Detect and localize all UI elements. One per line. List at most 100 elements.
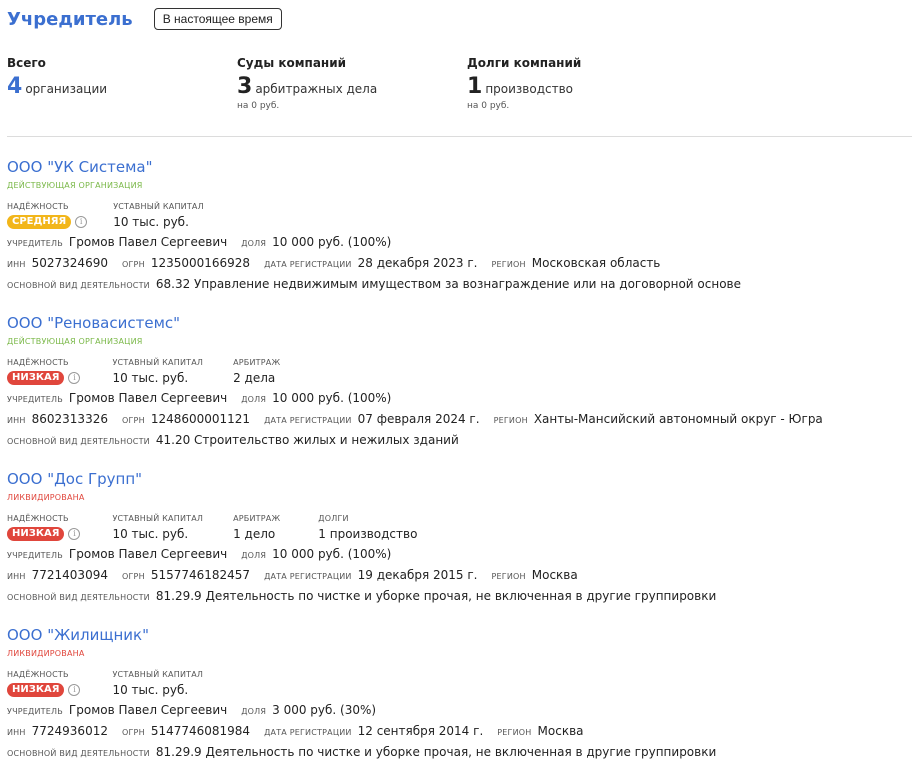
activity-label: ОСНОВНОЙ ВИД ДЕЯТЕЛЬНОСТИ: [7, 281, 150, 290]
period-button[interactable]: В настоящее время: [153, 8, 282, 30]
header: Учредитель В настоящее время: [7, 8, 282, 30]
reg-date-label: ДАТА РЕГИСТРАЦИИ: [264, 728, 352, 737]
reg-date-value: 28 декабря 2023 г.: [357, 256, 478, 270]
inn-label: ИНН: [7, 260, 26, 269]
founder-label: УЧРЕДИТЕЛЬ: [7, 707, 63, 716]
metric-label: АРБИТРАЖ: [233, 514, 281, 523]
activity-line: ОСНОВНОЙ ВИД ДЕЯТЕЛЬНОСТИ 81.29.9 Деятел…: [7, 589, 912, 605]
metric-label: НАДЁЖНОСТЬ: [7, 514, 69, 523]
metric-value: 10 тыс. руб.: [112, 371, 189, 385]
info-icon[interactable]: i: [68, 684, 81, 696]
founder-value: Громов Павел Сергеевич: [68, 391, 228, 405]
reliability-badge: НИЗКАЯ: [7, 683, 65, 697]
founder-line: УЧРЕДИТЕЛЬ Громов Павел Сергеевич ДОЛЯ 1…: [7, 391, 912, 407]
stat-number: 3: [237, 74, 253, 99]
inn-label: ИНН: [7, 572, 26, 581]
org-name-link[interactable]: ООО "Жилищник": [7, 626, 912, 644]
org-name-link[interactable]: ООО "УК Система": [7, 158, 912, 176]
metric-label: УСТАВНЫЙ КАПИТАЛ: [112, 670, 204, 679]
ogrn-value: 1248600001121: [150, 412, 251, 426]
metric-value[interactable]: 2 дела: [233, 371, 280, 386]
inn-value: 8602313326: [31, 412, 108, 426]
ogrn-label: ОГРН: [121, 572, 145, 581]
stat-number: 1: [467, 74, 483, 99]
share-value: 10 000 руб. (100%): [272, 547, 392, 561]
reg-date-value: 12 сентября 2014 г.: [357, 724, 484, 738]
region-value: Московская область: [531, 256, 661, 270]
region-label: РЕГИОН: [493, 416, 528, 425]
metric-debts: ДОЛГИ 1 производство: [318, 514, 417, 542]
founder-line: УЧРЕДИТЕЛЬ Громов Павел Сергеевич ДОЛЯ 3…: [7, 703, 912, 719]
metric-value[interactable]: 1 производство: [318, 527, 417, 542]
activity-line: ОСНОВНОЙ ВИД ДЕЯТЕЛЬНОСТИ 68.32 Управлен…: [7, 277, 912, 293]
metric-capital: УСТАВНЫЙ КАПИТАЛ 10 тыс. руб.: [112, 358, 203, 386]
activity-label: ОСНОВНОЙ ВИД ДЕЯТЕЛЬНОСТИ: [7, 749, 150, 758]
metric-label: НАДЁЖНОСТЬ: [7, 670, 69, 679]
activity-value: 68.32 Управление недвижимым имуществом з…: [155, 277, 741, 291]
info-icon[interactable]: i: [68, 372, 81, 384]
stat-total: Всего 4 организации: [7, 56, 107, 99]
metric-label: УСТАВНЫЙ КАПИТАЛ: [112, 514, 204, 523]
metric-label: УСТАВНЫЙ КАПИТАЛ: [113, 202, 204, 211]
ogrn-value: 5147746081984: [150, 724, 251, 738]
metric-value: 10 тыс. руб.: [112, 527, 189, 541]
metric-reliability: НАДЁЖНОСТЬ НИЗКАЯ i: [7, 670, 81, 698]
share-value: 10 000 руб. (100%): [272, 235, 392, 249]
activity-line: ОСНОВНОЙ ВИД ДЕЯТЕЛЬНОСТИ 81.29.9 Деятел…: [7, 745, 912, 761]
info-icon[interactable]: i: [68, 528, 81, 540]
founder-label: УЧРЕДИТЕЛЬ: [7, 239, 63, 248]
org-card: ООО "Жилищник" ЛИКВИДИРОВАНА НАДЁЖНОСТЬ …: [7, 626, 912, 761]
reliability-badge: СРЕДНЯЯ: [7, 215, 72, 229]
divider: [7, 136, 912, 137]
requisites-line: ИНН 8602313326 ОГРН 1248600001121 ДАТА Р…: [7, 412, 912, 428]
org-status: ЛИКВИДИРОВАНА: [7, 493, 85, 502]
ogrn-label: ОГРН: [121, 260, 145, 269]
founder-line: УЧРЕДИТЕЛЬ Громов Павел Сергеевич ДОЛЯ 1…: [7, 547, 912, 563]
org-name-link[interactable]: ООО "Реновасистемс": [7, 314, 912, 332]
org-status: ДЕЙСТВУЮЩАЯ ОРГАНИЗАЦИЯ: [7, 337, 143, 346]
metric-value: 10 тыс. руб.: [112, 683, 189, 697]
requisites-line: ИНН 7724936012 ОГРН 5147746081984 ДАТА Р…: [7, 724, 912, 740]
stat-number[interactable]: 4: [7, 75, 22, 99]
region-value: Москва: [537, 724, 584, 738]
founder-line: УЧРЕДИТЕЛЬ Громов Павел Сергеевич ДОЛЯ 1…: [7, 235, 912, 251]
ogrn-label: ОГРН: [121, 728, 145, 737]
region-label: РЕГИОН: [497, 728, 532, 737]
founder-value: Громов Павел Сергеевич: [68, 235, 228, 249]
metric-reliability: НАДЁЖНОСТЬ НИЗКАЯ i: [7, 358, 81, 386]
metric-label: УСТАВНЫЙ КАПИТАЛ: [112, 358, 204, 367]
info-icon[interactable]: i: [75, 216, 88, 228]
metric-value[interactable]: 1 дело: [233, 527, 280, 542]
metric-reliability: НАДЁЖНОСТЬ СРЕДНЯЯ i: [7, 202, 88, 230]
stat-label: Долги компаний: [467, 56, 582, 70]
region-value: Ханты-Мансийский автономный округ - Югра: [533, 412, 823, 426]
activity-value: 41.20 Строительство жилых и нежилых здан…: [155, 433, 459, 447]
inn-value: 7721403094: [31, 568, 108, 582]
activity-label: ОСНОВНОЙ ВИД ДЕЯТЕЛЬНОСТИ: [7, 593, 150, 602]
requisites-line: ИНН 5027324690 ОГРН 1235000166928 ДАТА Р…: [7, 256, 912, 272]
activity-label: ОСНОВНОЙ ВИД ДЕЯТЕЛЬНОСТИ: [7, 437, 150, 446]
activity-value: 81.29.9 Деятельность по чистке и уборке …: [155, 745, 717, 759]
founder-label: УЧРЕДИТЕЛЬ: [7, 395, 63, 404]
org-card: ООО "Дос Групп" ЛИКВИДИРОВАНА НАДЁЖНОСТЬ…: [7, 470, 912, 605]
founder-value: Громов Павел Сергеевич: [68, 547, 228, 561]
org-name-link[interactable]: ООО "Дос Групп": [7, 470, 912, 488]
stat-text: арбитражных дела: [255, 82, 378, 96]
metric-label: НАДЁЖНОСТЬ: [7, 358, 69, 367]
reg-date-label: ДАТА РЕГИСТРАЦИИ: [264, 416, 352, 425]
region-label: РЕГИОН: [491, 572, 526, 581]
share-label: ДОЛЯ: [241, 239, 267, 248]
org-status: ЛИКВИДИРОВАНА: [7, 649, 85, 658]
region-label: РЕГИОН: [491, 260, 526, 269]
inn-label: ИНН: [7, 728, 26, 737]
stat-debts: Долги компаний 1 производство на 0 руб.: [467, 56, 581, 111]
reg-date-label: ДАТА РЕГИСТРАЦИИ: [264, 260, 352, 269]
reliability-badge: НИЗКАЯ: [7, 371, 65, 385]
inn-value: 5027324690: [31, 256, 108, 270]
metric-label: НАДЁЖНОСТЬ: [7, 202, 69, 211]
reg-date-value: 19 декабря 2015 г.: [357, 568, 478, 582]
ogrn-value: 5157746182457: [150, 568, 251, 582]
reliability-badge: НИЗКАЯ: [7, 527, 65, 541]
stat-sub: на 0 руб.: [467, 101, 510, 111]
inn-value: 7724936012: [31, 724, 108, 738]
